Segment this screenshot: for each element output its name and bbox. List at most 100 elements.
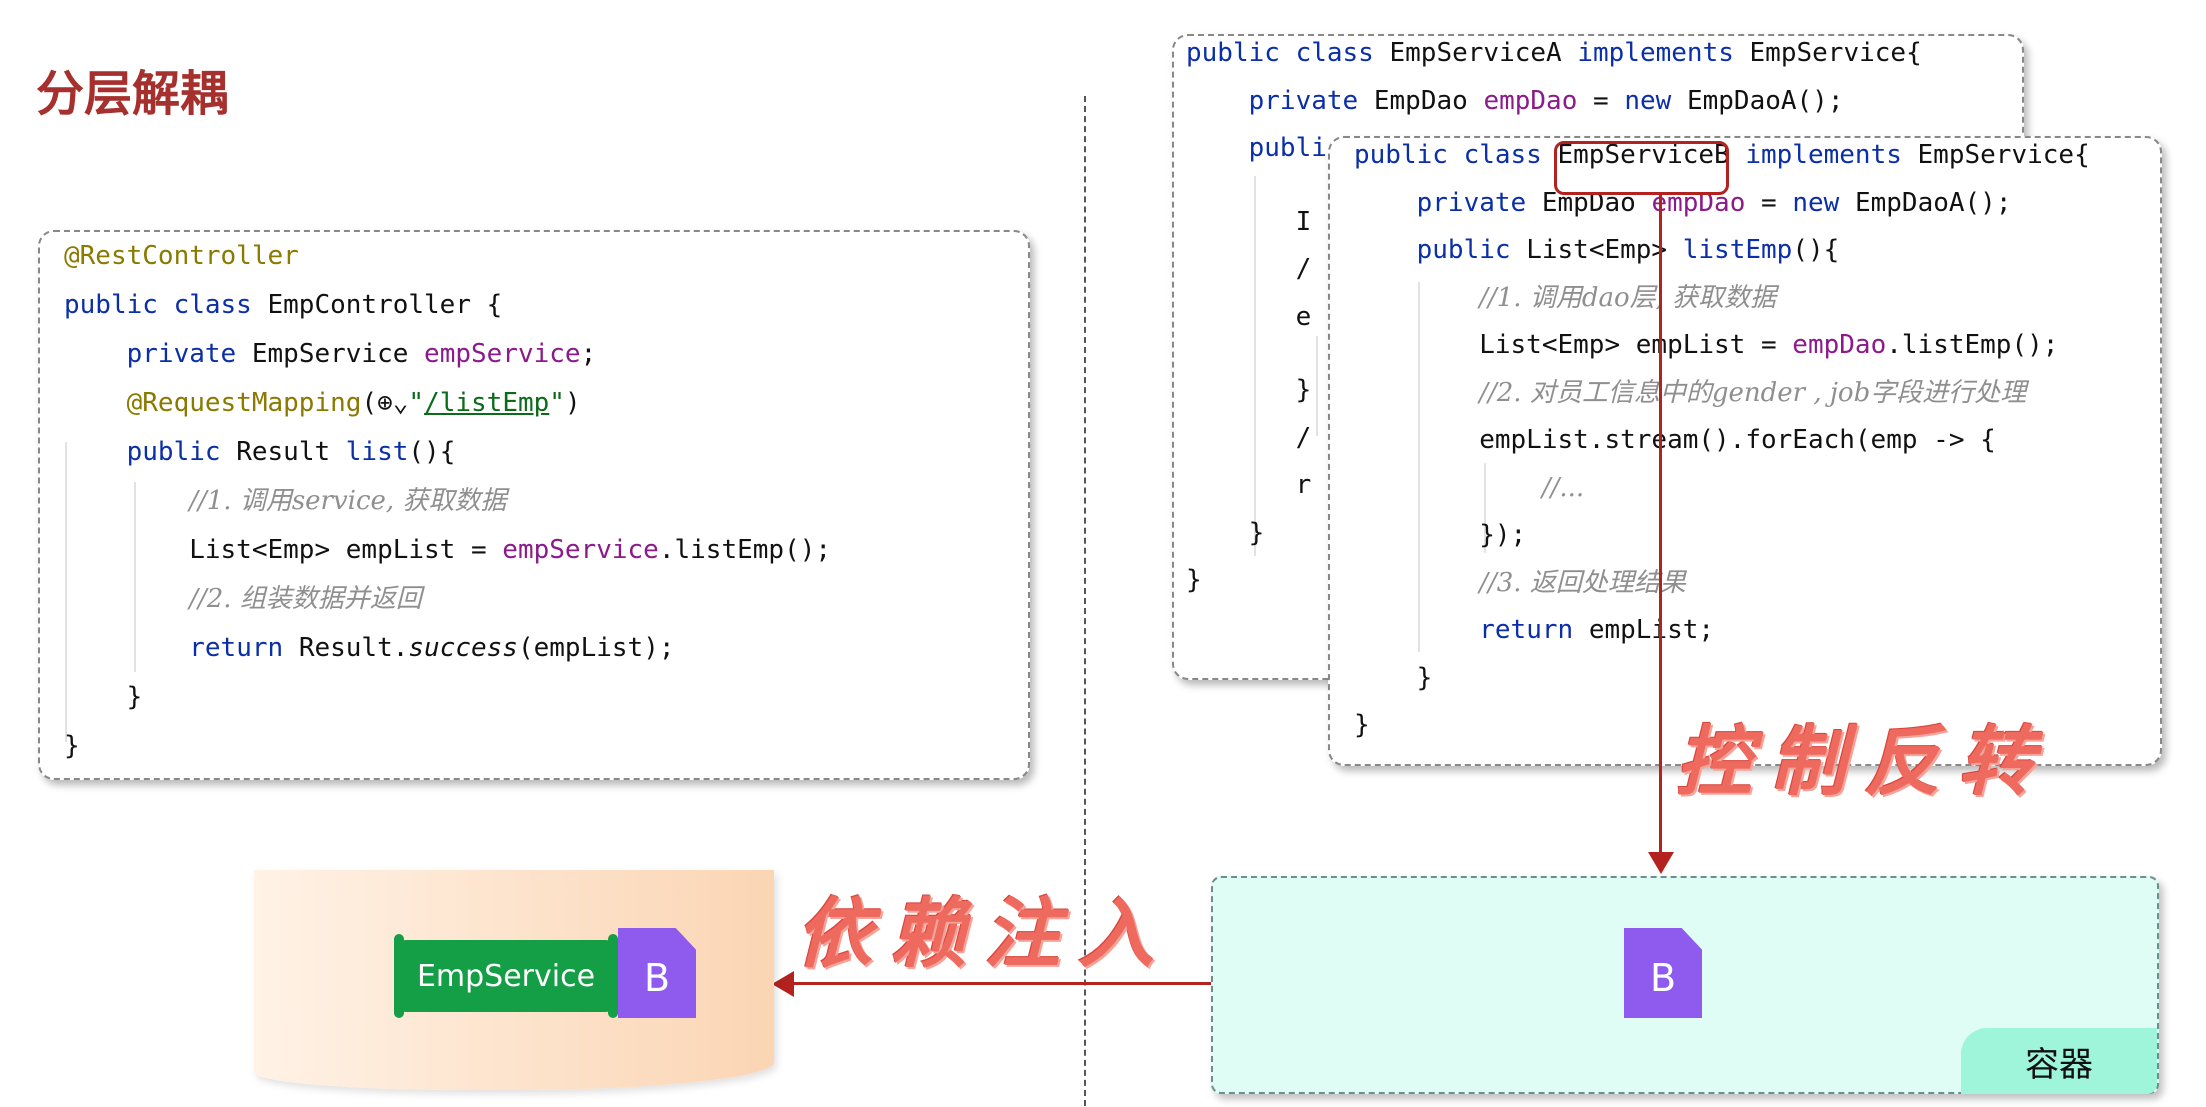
code-token: list (345, 437, 409, 467)
code-line: } (1354, 655, 2090, 703)
code-token: public (126, 437, 237, 467)
code-line: }); (1354, 512, 2090, 560)
code-token: empList; (1588, 615, 1715, 645)
code-line: } (64, 722, 831, 771)
code-token: return (1479, 615, 1589, 645)
controller-code-card: @RestController public class EmpControlle… (38, 230, 1030, 780)
emp-service-tag: EmpService (394, 934, 618, 1018)
code-token: return (189, 633, 299, 663)
code-token: = (1577, 85, 1625, 116)
code-token: List<Emp> empList = (1354, 330, 1793, 360)
code-token: ) (564, 388, 581, 418)
di-arrow-head (772, 971, 794, 997)
code-token: implements (1745, 140, 1918, 170)
code-token: List<Emp> empList = (64, 535, 503, 565)
code-line: private EmpService empService; (64, 330, 831, 379)
code-token: success (408, 633, 518, 663)
code-token: EmpService{ (1917, 140, 2090, 170)
code-token: ; (580, 339, 597, 369)
code-token: new (1792, 187, 1855, 218)
code-token: empList.stream().forEach(emp -> { (1354, 425, 1996, 455)
container-bean-icon: B (1624, 928, 1702, 1018)
code-line: //... (1354, 465, 2090, 513)
code-line: public List<Emp> listEmp(){ (1354, 227, 2090, 275)
container-label: 容器 (1961, 1028, 2157, 1094)
code-token: /listEmp (424, 388, 550, 418)
code-token: EmpController { (267, 290, 503, 320)
code-token: EmpDaoA(); (1854, 187, 2012, 218)
code-token: (){ (408, 437, 456, 467)
code-token: r (1186, 470, 1312, 500)
code-token: //1. 调用dao层, 获取数据 (1479, 282, 1777, 313)
code-token: @RequestMapping (126, 388, 362, 418)
code-line: return empList; (1354, 607, 2090, 655)
code-line: List<Emp> empList = empService.listEmp()… (64, 526, 831, 575)
code-token: .listEmp(); (1886, 330, 2059, 360)
injected-bean-icon: B (618, 928, 696, 1018)
code-token: I (1186, 206, 1312, 237)
code-token: " (408, 388, 425, 418)
code-line: //1. 调用service, 获取数据 (64, 477, 831, 526)
code-token: //3. 返回处理结果 (1479, 567, 1686, 598)
code-token: } (64, 682, 143, 712)
code-line: empList.stream().forEach(emp -> { (1354, 417, 2090, 465)
code-token: private (1416, 187, 1542, 218)
code-token: public (1416, 235, 1527, 265)
code-token: Result (236, 437, 346, 467)
code-token: //1. 调用service, 获取数据 (189, 486, 507, 516)
code-line: //2. 组装数据并返回 (64, 575, 831, 624)
code-line: List<Emp> empList = empDao.listEmp(); (1354, 322, 2090, 370)
code-line: //3. 返回处理结果 (1354, 560, 2090, 608)
code-token: implements (1577, 38, 1750, 68)
di-label: 依赖注入 (796, 889, 1172, 978)
di-arrow-line (786, 982, 1211, 985)
code-token: " (549, 388, 565, 418)
code-token: (){ (1792, 235, 1840, 265)
code-token: public class (1354, 140, 1558, 170)
code-token: //2. 组装数据并返回 (189, 584, 422, 614)
code-token: = (1745, 187, 1793, 218)
code-token: publi (1248, 133, 1327, 163)
service-b-code: public class EmpServiceB implements EmpS… (1354, 138, 2090, 750)
code-token: @RestController (64, 241, 299, 271)
code-token: //2. 对员工信息中的gender , job字段进行处理 (1479, 377, 2027, 408)
code-token: empService (424, 339, 581, 369)
code-token: private (1248, 85, 1374, 116)
code-line: return Result.success(empList); (64, 624, 831, 673)
ioc-arrow-line (1659, 195, 1662, 857)
code-token: (empList); (517, 633, 675, 663)
service-b-code-card: public class EmpServiceB implements EmpS… (1328, 136, 2162, 766)
code-token: //... (1541, 472, 1585, 503)
slide-title: 分层解耦 (36, 66, 229, 122)
code-line: private EmpDao empDao = new EmpDaoA(); (1186, 78, 1922, 126)
code-token: new (1624, 85, 1687, 116)
code-token: } (1354, 710, 1370, 740)
code-token: EmpDaoA(); (1686, 85, 1844, 116)
code-token: EmpServiceA (1389, 38, 1578, 68)
code-token: public class (1186, 38, 1390, 68)
code-token: }); (1354, 520, 1527, 550)
code-token: private (126, 339, 252, 369)
code-token: / (1186, 422, 1312, 453)
code-token: listEmp (1682, 235, 1793, 265)
code-token: e (1186, 301, 1312, 332)
ioc-arrow-head (1648, 852, 1674, 874)
code-token: / (1186, 254, 1312, 284)
emp-service-label: EmpService (416, 958, 596, 994)
code-token: public class (64, 290, 268, 320)
code-line: public class EmpServiceA implements EmpS… (1186, 36, 1922, 78)
code-token: empService (502, 535, 659, 565)
code-token: EmpService{ (1749, 38, 1922, 68)
